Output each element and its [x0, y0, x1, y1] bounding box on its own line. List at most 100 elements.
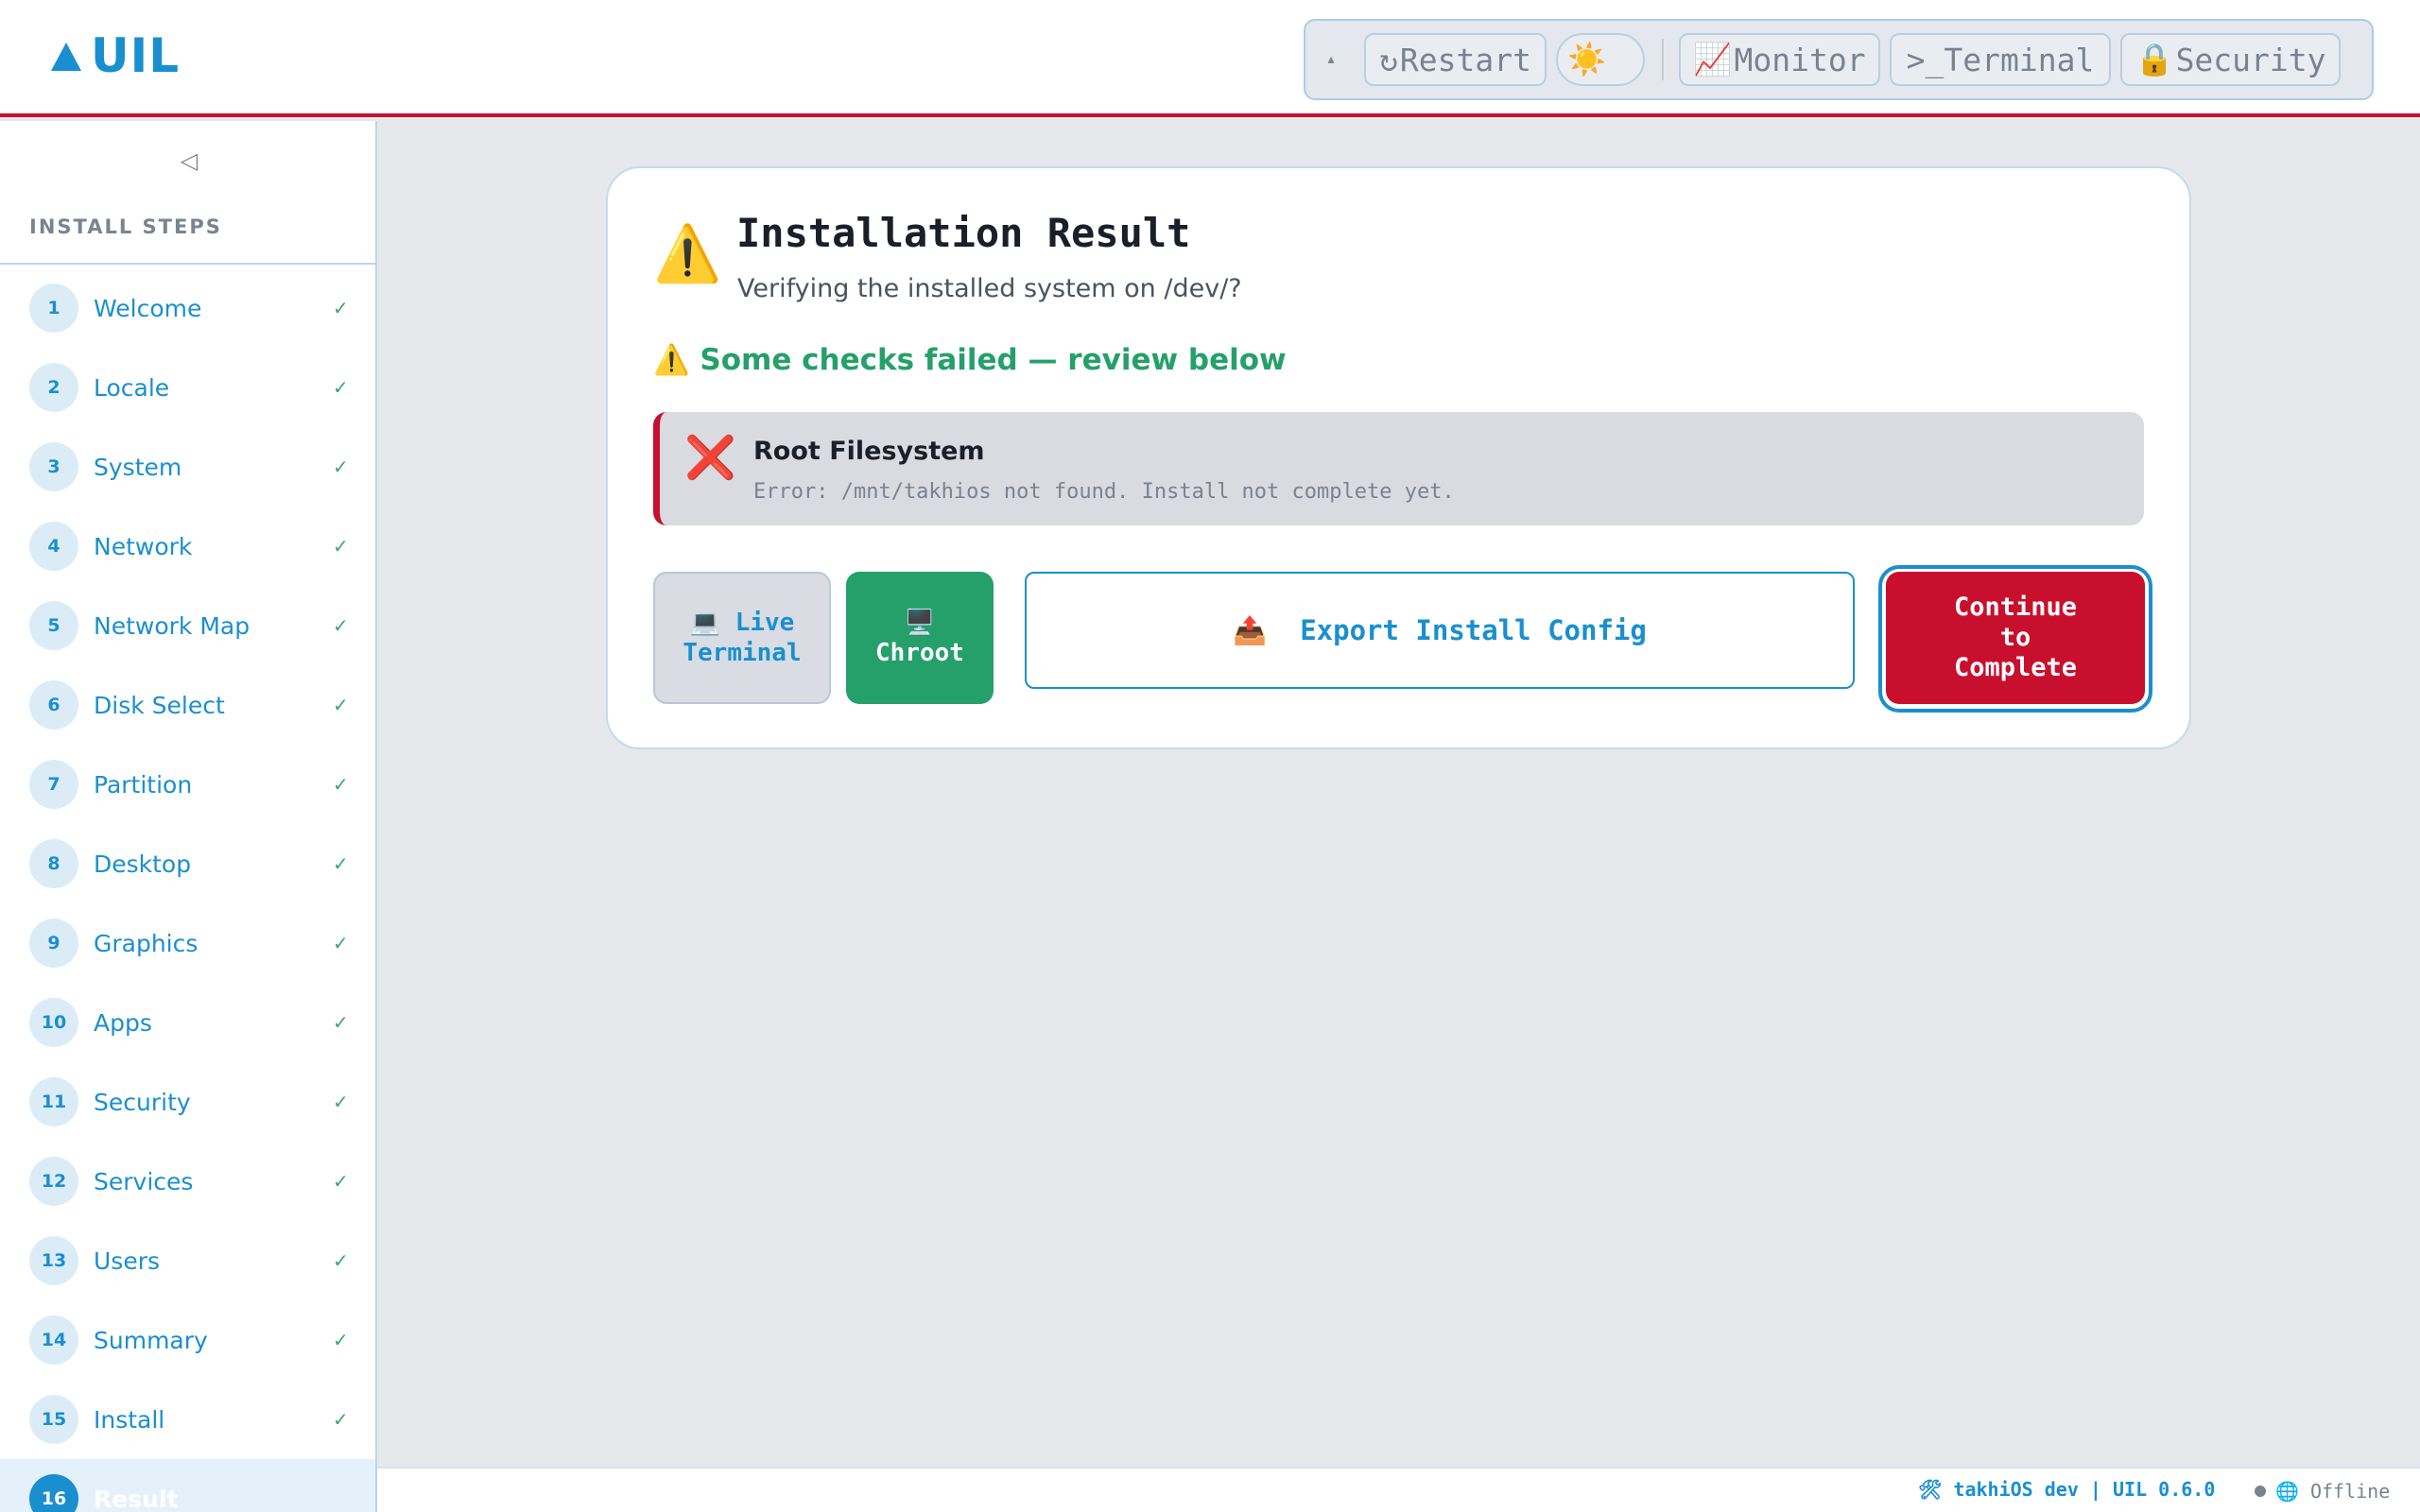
restart-button[interactable]: ↻ Restart [1364, 33, 1547, 86]
monitor-label: Monitor [1734, 41, 1866, 78]
installation-result-card: ⚠️ Installation Result Verifying the ins… [606, 166, 2191, 749]
sidebar-step-apps[interactable]: 10 Apps ✓ [0, 983, 375, 1062]
sidebar-step-users[interactable]: 13 Users ✓ [0, 1221, 375, 1300]
warning-icon: ⚠️ [653, 221, 722, 285]
security-label: Security [2175, 41, 2326, 78]
check-mark-icon: ✓ [333, 1170, 349, 1193]
step-number: 14 [29, 1315, 78, 1365]
step-number: 8 [29, 839, 78, 888]
theme-toggle[interactable]: ☀️ [1556, 33, 1645, 86]
sun-icon: ☀️ [1567, 41, 1607, 77]
step-number: 2 [29, 363, 78, 412]
check-mark-icon: ✓ [333, 1329, 349, 1351]
footer-brand: 🛠 takhiOS dev | UIL 0.6.0 [1918, 1478, 2216, 1501]
check-mark-icon: ✓ [333, 852, 349, 875]
sidebar-collapse-button[interactable]: ◁ [176, 142, 202, 180]
step-label: Desktop [94, 850, 192, 878]
sidebar-step-welcome[interactable]: 1 Welcome ✓ [0, 268, 375, 348]
check-mark-icon: ✓ [333, 1249, 349, 1272]
chart-icon: 📈 [1693, 41, 1733, 77]
page-subtitle: Verifying the installed system on /dev/? [737, 274, 1242, 303]
sidebar-step-security[interactable]: 11 Security ✓ [0, 1062, 375, 1142]
check-mark-icon: ✓ [333, 773, 349, 796]
sidebar-step-network[interactable]: 4 Network ✓ [0, 507, 375, 586]
step-number: 9 [29, 919, 78, 968]
chroot-label: Chroot [875, 639, 964, 667]
step-number: 15 [29, 1395, 78, 1444]
sidebar-step-graphics[interactable]: 9 Graphics ✓ [0, 903, 375, 983]
network-status: 🌐 Offline [2255, 1480, 2390, 1503]
steps-heading: INSTALL STEPS [29, 215, 222, 238]
terminal-button[interactable]: >_Terminal [1890, 33, 2111, 86]
check-mark-icon: ✓ [333, 535, 349, 558]
step-label: Services [94, 1167, 194, 1195]
step-number: 5 [29, 601, 78, 650]
sidebar-step-network-map[interactable]: 5 Network Map ✓ [0, 586, 375, 665]
lock-icon: 🔒 [2135, 41, 2174, 77]
step-label: Install [94, 1405, 165, 1434]
status-footer: 🛠 takhiOS dev | UIL 0.6.0 🌐 Offline [377, 1467, 2420, 1512]
continue-label: Continue to Complete [1953, 593, 2078, 682]
sidebar-step-summary[interactable]: 14 Summary ✓ [0, 1300, 375, 1380]
app-header: UIL ▴ ↻ Restart ☀️ 📈 Monitor >_Terminal … [0, 0, 2420, 117]
live-terminal-button[interactable]: 💻 Live Terminal [653, 572, 831, 704]
step-label: Network Map [94, 611, 251, 640]
check-mark-icon: ✓ [333, 1011, 349, 1034]
check-name: Root Filesystem [753, 437, 985, 466]
desktop-icon: 🖥️ [904, 609, 936, 637]
check-mark-icon: ✓ [333, 455, 349, 478]
error-x-icon: ❌ [684, 434, 736, 482]
step-number: 6 [29, 680, 78, 730]
check-mark-icon: ✓ [333, 297, 349, 319]
step-number: 3 [29, 442, 78, 491]
check-mark-icon: ✓ [333, 376, 349, 399]
app-logo[interactable]: UIL [51, 28, 180, 83]
sidebar-step-locale[interactable]: 2 Locale ✓ [0, 348, 375, 427]
step-number: 4 [29, 522, 78, 571]
step-label: Security [94, 1088, 191, 1116]
step-label: Result [94, 1485, 179, 1512]
sidebar-step-system[interactable]: 3 System ✓ [0, 427, 375, 507]
header-toolbar: ▴ ↻ Restart ☀️ 📈 Monitor >_Terminal 🔒 Se… [1304, 19, 2374, 100]
restart-icon: ↻ [1379, 41, 1398, 78]
step-number: 7 [29, 760, 78, 809]
check-mark-icon: ✓ [333, 932, 349, 954]
outbox-icon: 📤 [1233, 614, 1268, 646]
step-number: 10 [29, 998, 78, 1047]
toolbar-collapse-button[interactable]: ▴ [1319, 41, 1343, 78]
step-label: Users [94, 1246, 161, 1275]
chroot-button[interactable]: 🖥️ Chroot [846, 572, 994, 704]
step-number: 1 [29, 284, 78, 333]
check-message: Error: /mnt/takhios not found. Install n… [753, 480, 1455, 504]
step-label: Locale [94, 373, 170, 402]
network-status-label: 🌐 Offline [2275, 1480, 2391, 1503]
sidebar-step-services[interactable]: 12 Services ✓ [0, 1142, 375, 1221]
export-config-button[interactable]: 📤 Export Install Config [1025, 572, 1855, 689]
terminal-label: >_Terminal [1906, 41, 2095, 78]
step-label: Graphics [94, 929, 199, 957]
step-label: Summary [94, 1326, 208, 1354]
status-dot-icon [2255, 1486, 2266, 1497]
sidebar-step-disk-select[interactable]: 6 Disk Select ✓ [0, 665, 375, 745]
step-number: 12 [29, 1157, 78, 1206]
step-number: 16 [29, 1474, 78, 1512]
logo-text: UIL [91, 28, 181, 83]
step-number: 13 [29, 1236, 78, 1285]
step-label: Network [94, 532, 193, 560]
check-mark-icon: ✓ [333, 694, 349, 716]
sidebar-step-desktop[interactable]: 8 Desktop ✓ [0, 824, 375, 903]
monitor-button[interactable]: 📈 Monitor [1679, 33, 1880, 86]
step-label: Partition [94, 770, 193, 799]
step-label: Disk Select [94, 691, 225, 719]
continue-button[interactable]: Continue to Complete [1886, 572, 2145, 704]
check-mark-icon: ✓ [333, 1091, 349, 1113]
sidebar-step-partition[interactable]: 7 Partition ✓ [0, 745, 375, 824]
sidebar-step-install[interactable]: 15 Install ✓ [0, 1380, 375, 1459]
restart-label: Restart [1399, 41, 1531, 78]
step-number: 11 [29, 1077, 78, 1126]
security-button[interactable]: 🔒 Security [2120, 33, 2341, 86]
sidebar-step-result[interactable]: 16 Result [0, 1459, 375, 1512]
step-label: Welcome [94, 294, 202, 322]
laptop-icon: 💻 [689, 609, 721, 637]
toolbar-divider [1662, 39, 1664, 80]
